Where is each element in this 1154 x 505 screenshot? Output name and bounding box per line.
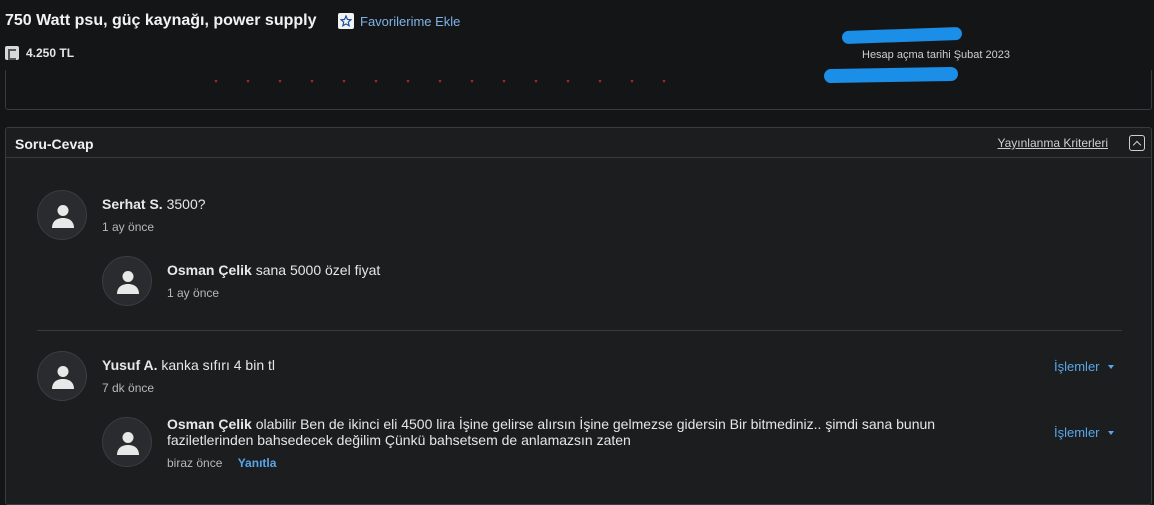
listing-price: 4.250 TL [5, 46, 74, 60]
answer-time: biraz önce [167, 456, 223, 470]
answer-text: Osman Çelik olabilir Ben de ikinci eli 4… [167, 416, 997, 448]
qa-panel-header: Soru-Cevap Yayınlanma Kriterleri [6, 128, 1151, 158]
avatar [37, 351, 87, 401]
actions-label: İşlemler [1054, 359, 1100, 374]
avatar [37, 190, 87, 240]
question-time: 7 dk önce [102, 381, 155, 395]
actions-label: İşlemler [1054, 425, 1100, 440]
answer-body: olabilir Ben de ikinci eli 4500 lira İşi… [167, 416, 936, 448]
truncated-text-fragment [200, 79, 680, 83]
answer-text: Osman Çelik sana 5000 özel fiyat [167, 262, 380, 278]
add-favorite-label: Favorilerime Ekle [360, 13, 461, 29]
avatar [102, 256, 152, 306]
qa-panel-title: Soru-Cevap [15, 136, 94, 152]
collapse-chevron-up-icon[interactable] [1129, 135, 1145, 151]
answer-actions-dropdown[interactable]: İşlemler [1054, 425, 1114, 440]
description-panel-edge [5, 70, 1152, 110]
price-tag-icon [5, 46, 19, 60]
user-icon [117, 432, 139, 455]
answer-author[interactable]: Osman Çelik [167, 262, 252, 278]
user-icon [52, 366, 74, 389]
question-author[interactable]: Yusuf A. [102, 357, 158, 373]
seller-joined-date: Hesap açma tarihi Şubat 2023 [862, 49, 1010, 61]
caret-down-icon [1107, 364, 1114, 369]
add-favorite-button[interactable]: Favorilerime Ekle [338, 13, 460, 29]
answer-time: 1 ay önce [167, 286, 220, 300]
listing-title: 750 Watt psu, güç kaynağı, power supply [5, 12, 317, 29]
question-text: Yusuf A. kanka sıfırı 4 bin tl [102, 357, 275, 373]
question-actions-dropdown[interactable]: İşlemler [1054, 359, 1114, 374]
answer-body: sana 5000 özel fiyat [255, 262, 381, 278]
avatar [102, 417, 152, 467]
qa-panel: Soru-Cevap Yayınlanma Kriterleri Serhat … [5, 127, 1152, 505]
user-icon [117, 271, 139, 294]
question-body: 3500? [166, 196, 206, 212]
question-body: kanka sıfırı 4 bin tl [161, 357, 275, 373]
reply-button[interactable]: Yanıtla [238, 456, 277, 470]
question-text: Serhat S. 3500? [102, 196, 206, 212]
price-value: 4.250 TL [26, 46, 75, 60]
question-author[interactable]: Serhat S. [102, 196, 163, 212]
user-icon [52, 205, 74, 228]
publishing-criteria-link[interactable]: Yayınlanma Kriterleri [998, 136, 1108, 150]
redaction-top [841, 26, 963, 45]
answer-meta: biraz önce Yanıtla [167, 456, 276, 470]
thread-divider [37, 330, 1122, 331]
star-icon [338, 13, 354, 29]
answer-author[interactable]: Osman Çelik [167, 416, 252, 432]
caret-down-icon [1107, 430, 1114, 435]
question-time: 1 ay önce [102, 220, 155, 234]
